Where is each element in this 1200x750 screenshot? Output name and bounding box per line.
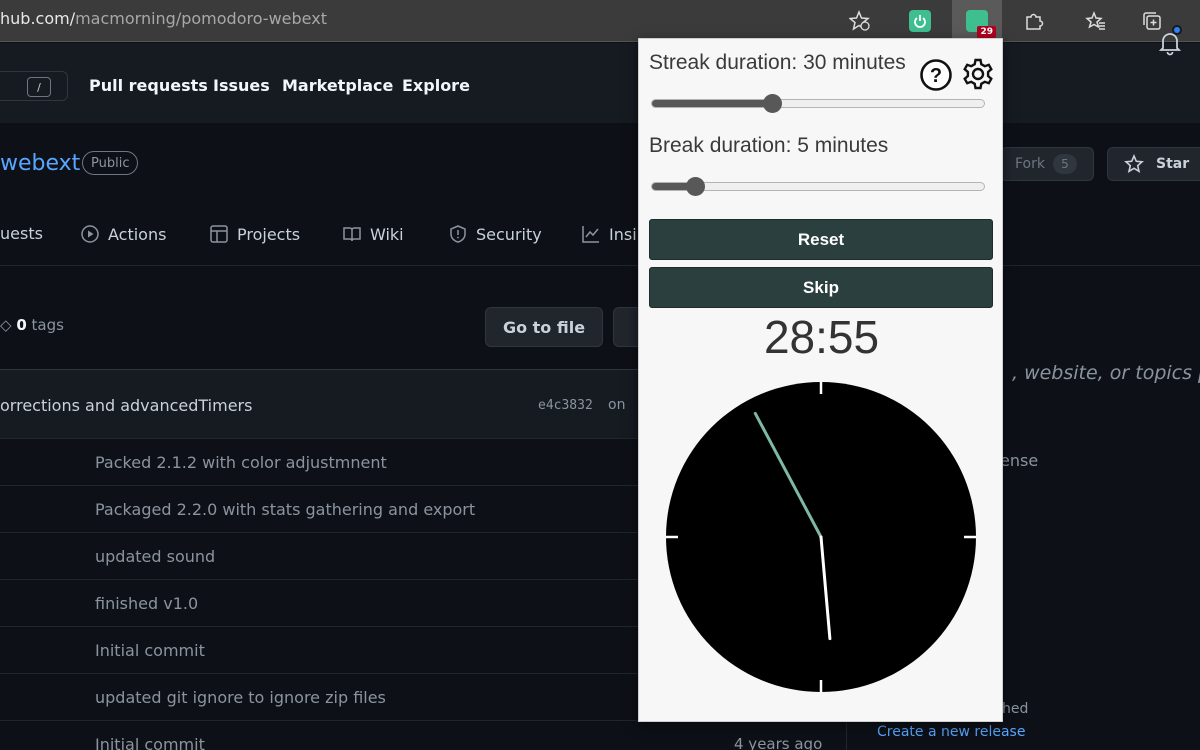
tab-pull-requests[interactable]: uests: [0, 224, 43, 243]
pomodoro-popup: Streak duration: 30 minutes ? Break dura…: [638, 38, 1003, 722]
puzzle-icon[interactable]: [1020, 7, 1048, 35]
table-row: Initial commit 4 years ago: [0, 721, 846, 750]
go-to-file-button[interactable]: Go to file: [485, 307, 603, 347]
url-path: macmorning/pomodoro-webext: [75, 9, 327, 28]
commit-message[interactable]: Initial commit: [95, 735, 205, 750]
about-placeholder: , website, or topics pro: [1012, 362, 1200, 384]
break-duration-label: Break duration: 5 minutes: [649, 134, 889, 157]
graph-icon: [582, 226, 599, 243]
tab-label: uests: [0, 224, 43, 243]
shield-icon: [450, 225, 466, 243]
help-icon[interactable]: ?: [919, 58, 953, 97]
tab-label: Security: [476, 224, 542, 244]
timer-display: 28:55: [763, 311, 880, 363]
commit-message[interactable]: Packed 2.1.2 with color adjustmnent: [95, 453, 387, 472]
latest-commit-hash[interactable]: e4c3832: [538, 398, 593, 413]
timer-clock: [666, 382, 976, 692]
commit-message[interactable]: finished v1.0: [95, 594, 198, 613]
tabs-divider: [0, 265, 1200, 266]
nav-marketplace[interactable]: Marketplace: [282, 76, 393, 95]
tab-label: Insi: [609, 224, 637, 244]
tab-wiki[interactable]: Wiki: [342, 224, 404, 244]
nav-explore[interactable]: Explore: [402, 76, 470, 95]
table-icon: [210, 225, 228, 243]
releases-text: hed: [1002, 701, 1029, 717]
star-icon: [1124, 153, 1144, 178]
play-circle-icon: [81, 225, 99, 243]
star-add-icon[interactable]: [846, 7, 874, 35]
skip-button[interactable]: Skip: [649, 267, 993, 308]
fork-label: Fork: [1015, 156, 1045, 172]
commit-message[interactable]: Initial commit: [95, 641, 205, 660]
tab-security[interactable]: Security: [448, 224, 542, 244]
extension-badge: 29: [977, 26, 996, 38]
url-host: hub.com/: [0, 9, 76, 28]
tab-actions[interactable]: Actions: [80, 224, 166, 244]
streak-duration-slider[interactable]: [651, 94, 985, 113]
commit-message[interactable]: Packaged 2.2.0 with stats gathering and …: [95, 500, 475, 519]
nav-pull-requests[interactable]: Pull requests: [89, 76, 208, 95]
license-text[interactable]: ense: [1000, 451, 1038, 470]
power-extension-icon[interactable]: [906, 7, 934, 35]
github-header: / Pull requests Issues Marketplace Explo…: [0, 43, 1200, 123]
slider-fill: [652, 100, 772, 107]
slider-thumb[interactable]: [762, 94, 782, 113]
notification-indicator: [1172, 25, 1182, 35]
favorites-icon[interactable]: [1082, 7, 1110, 35]
commit-message[interactable]: updated sound: [95, 547, 215, 566]
streak-duration-label: Streak duration: 30 minutes: [649, 51, 906, 74]
create-release-link[interactable]: Create a new release: [877, 724, 1025, 740]
latest-commit-date-prefix: on: [608, 397, 626, 413]
tags-number: 0: [16, 316, 27, 334]
browser-toolbar: hub.com/macmorning/pomodoro-webext 29: [0, 0, 1200, 42]
commit-message[interactable]: updated git ignore to ignore zip files: [95, 688, 386, 707]
reset-button[interactable]: Reset: [649, 219, 993, 260]
tab-label: Projects: [237, 224, 301, 244]
fork-count: 5: [1053, 154, 1077, 174]
tag-icon: ◇: [0, 316, 12, 334]
latest-commit-message[interactable]: orrections and advancedTimers: [0, 396, 252, 415]
nav-issues[interactable]: Issues: [213, 76, 270, 95]
slider-thumb[interactable]: [686, 177, 706, 196]
tab-label: Actions: [108, 224, 167, 244]
break-duration-slider[interactable]: [651, 177, 985, 196]
tab-insights[interactable]: Insi: [581, 224, 637, 244]
pomodoro-extension-icon[interactable]: 29: [963, 7, 996, 38]
tags-count[interactable]: ◇ 0 tags: [0, 316, 64, 334]
star-label: Star: [1156, 156, 1190, 172]
search-shortcut-key: /: [27, 77, 51, 97]
search-input[interactable]: /: [0, 71, 68, 101]
settings-icon[interactable]: [961, 57, 995, 96]
tab-label: Wiki: [370, 224, 404, 244]
visibility-badge: Public: [82, 151, 139, 175]
repo-name-link[interactable]: webext: [0, 151, 80, 176]
star-button[interactable]: Star: [1107, 147, 1200, 181]
commit-age: 4 years ago: [734, 735, 823, 750]
svg-text:?: ?: [930, 65, 942, 87]
tab-projects[interactable]: Projects: [209, 224, 300, 244]
address-bar[interactable]: hub.com/macmorning/pomodoro-webext: [0, 9, 327, 28]
tags-label: tags: [31, 316, 64, 334]
book-icon: [343, 227, 361, 242]
fork-button[interactable]: Fork 5: [1000, 147, 1094, 181]
